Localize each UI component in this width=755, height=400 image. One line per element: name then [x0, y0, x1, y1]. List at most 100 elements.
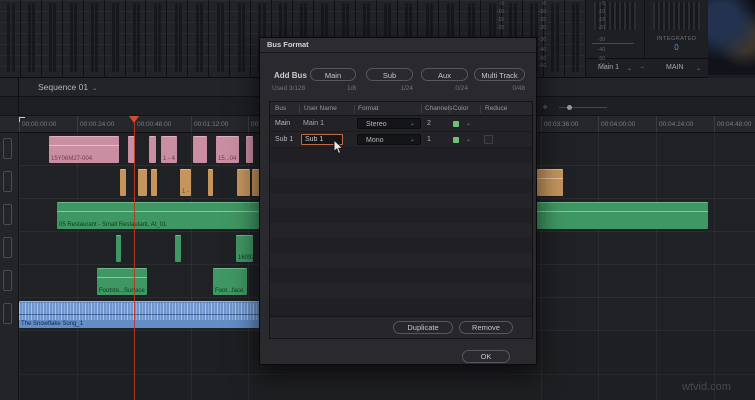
zoom-slider-handle[interactable]	[567, 105, 572, 110]
track-header-control[interactable]	[3, 204, 12, 225]
timeline-gridline[interactable]	[656, 133, 657, 400]
add-bus-multi-track-button[interactable]: Multi Track	[474, 68, 525, 81]
timeline-gridline[interactable]	[714, 133, 715, 400]
track-header-control[interactable]	[3, 171, 12, 192]
audio-clip[interactable]: 05 Restaurant - Small Restautant, At_01	[57, 202, 260, 229]
audio-clip[interactable]	[537, 169, 563, 196]
playhead-line[interactable]	[134, 116, 135, 400]
empty-bus-row[interactable]	[270, 298, 532, 313]
monitor-dest-select[interactable]: MAIN	[666, 64, 684, 71]
empty-bus-row[interactable]	[270, 253, 532, 268]
bus-row[interactable]: Main Main 1 Stereo ⌄ 2 ⌄	[270, 116, 532, 132]
dialog-title[interactable]: Bus Format	[260, 38, 536, 53]
empty-bus-row[interactable]	[270, 208, 532, 223]
bus-name: Main	[275, 120, 291, 127]
audio-clip[interactable]	[208, 169, 213, 196]
track-header-control[interactable]	[3, 270, 12, 291]
format-select[interactable]: Stereo ⌄	[357, 118, 421, 129]
track-header-control[interactable]	[3, 138, 12, 159]
audio-clip[interactable]	[193, 136, 207, 163]
track-header-control[interactable]	[3, 303, 12, 324]
integrated-value: 0	[674, 43, 679, 52]
ok-button[interactable]: OK	[462, 350, 510, 363]
audio-clip[interactable]	[175, 235, 181, 262]
empty-bus-row[interactable]	[270, 163, 532, 178]
bus-row[interactable]: Sub 1 Mono⌄ 1 ⌄	[270, 132, 532, 148]
db-scale[interactable]: -5-10-15-20-30-40-50-60	[593, 0, 605, 70]
bus-count[interactable]: 1/8	[347, 85, 356, 92]
column-header: Color	[453, 105, 469, 112]
watermark: wtvid.com	[682, 381, 731, 393]
bus-table: Bus User Name Format Channels Color Reduce Ma…	[269, 101, 533, 339]
audio-clip[interactable]: Foot...face	[213, 268, 247, 295]
track-header-control[interactable]	[3, 237, 12, 258]
audio-clip[interactable]	[237, 169, 250, 196]
timeline-gridline[interactable]	[77, 133, 78, 400]
empty-bus-row[interactable]	[270, 268, 532, 283]
audio-clip[interactable]: The Snowflake Song_1	[19, 301, 265, 328]
chevron-down-icon[interactable]: ⌄	[696, 65, 701, 72]
audio-clip[interactable]	[537, 202, 708, 229]
timeline-gridline[interactable]	[598, 133, 599, 400]
zoom-horizontal-icon[interactable]: ‹›	[543, 102, 547, 111]
audio-clip[interactable]	[149, 136, 156, 163]
channel-meter[interactable]	[0, 0, 21, 77]
channel-meter[interactable]	[41, 0, 63, 77]
audio-clip[interactable]	[151, 169, 157, 196]
sequence-selector[interactable]: Sequence 01 ⌄	[38, 82, 98, 92]
format-select[interactable]: Mono ⌄	[357, 134, 421, 145]
bus-count[interactable]: 1/24	[400, 85, 413, 92]
user-name[interactable]: Main 1	[303, 120, 324, 127]
playhead-handle[interactable]	[129, 116, 139, 123]
channel-meter[interactable]	[543, 0, 565, 77]
add-bus-sub-button[interactable]: Sub	[366, 68, 413, 81]
audio-clip[interactable]	[138, 169, 147, 196]
channel-meter[interactable]	[146, 0, 168, 77]
bus-color-swatch[interactable]	[453, 120, 459, 127]
channel-meter[interactable]	[62, 0, 84, 77]
clip-label: 1 - 4	[163, 156, 176, 162]
chevron-down-icon[interactable]: ⌄	[466, 120, 471, 127]
empty-bus-row[interactable]	[270, 223, 532, 238]
empty-bus-row[interactable]	[270, 193, 532, 208]
chevron-down-icon[interactable]: ⌄	[627, 65, 632, 72]
channel-meter[interactable]	[564, 0, 586, 77]
empty-bus-row[interactable]	[270, 178, 532, 193]
channel-meter[interactable]	[125, 0, 147, 77]
audio-clip[interactable]	[246, 136, 253, 163]
chevron-down-icon[interactable]: ⌄	[466, 136, 471, 143]
duplicate-button[interactable]: Duplicate	[393, 321, 453, 334]
audio-clip[interactable]: 1 - 8	[180, 169, 191, 196]
channel-meter[interactable]	[188, 0, 210, 77]
bus-count[interactable]: 0/24	[455, 85, 468, 92]
timeline-gridline[interactable]	[19, 133, 20, 400]
audio-clip[interactable]: Footste...Surface	[97, 268, 147, 295]
channel-meter[interactable]	[104, 0, 126, 77]
channel-meter[interactable]	[167, 0, 189, 77]
clip-label: 05 Restaurant - Small Restautant, At_01	[59, 222, 167, 228]
add-bus-label: Add Bus	[274, 71, 307, 80]
timeline-gridline[interactable]	[191, 133, 192, 400]
integrated-label: INTEGRATED	[656, 36, 697, 42]
audio-clip[interactable]: 15Y06M27-004	[49, 136, 119, 163]
audio-clip[interactable]: 1 - 4	[161, 136, 177, 163]
bus-color-swatch[interactable]	[453, 136, 459, 143]
reduce-checkbox[interactable]	[484, 135, 493, 144]
channel-meter[interactable]	[209, 0, 231, 77]
video-preview	[708, 0, 755, 75]
remove-button[interactable]: Remove	[459, 321, 513, 334]
add-bus-main-button[interactable]: Main	[310, 68, 356, 81]
clip-label: Footste...Surface	[99, 288, 145, 294]
empty-bus-row[interactable]	[270, 238, 532, 253]
audio-clip[interactable]	[120, 169, 126, 196]
channel-meter[interactable]	[20, 0, 42, 77]
audio-clip[interactable]	[116, 235, 121, 262]
bus-count[interactable]: 0/48	[512, 85, 525, 92]
empty-bus-row[interactable]	[270, 283, 532, 298]
empty-bus-row[interactable]	[270, 148, 532, 163]
channel-meter[interactable]	[83, 0, 105, 77]
channel-meter[interactable]	[230, 0, 252, 77]
add-bus-aux-button[interactable]: Aux	[421, 68, 468, 81]
audio-clip[interactable]: 15...04	[216, 136, 239, 163]
audio-clip[interactable]: 16092	[236, 235, 253, 262]
